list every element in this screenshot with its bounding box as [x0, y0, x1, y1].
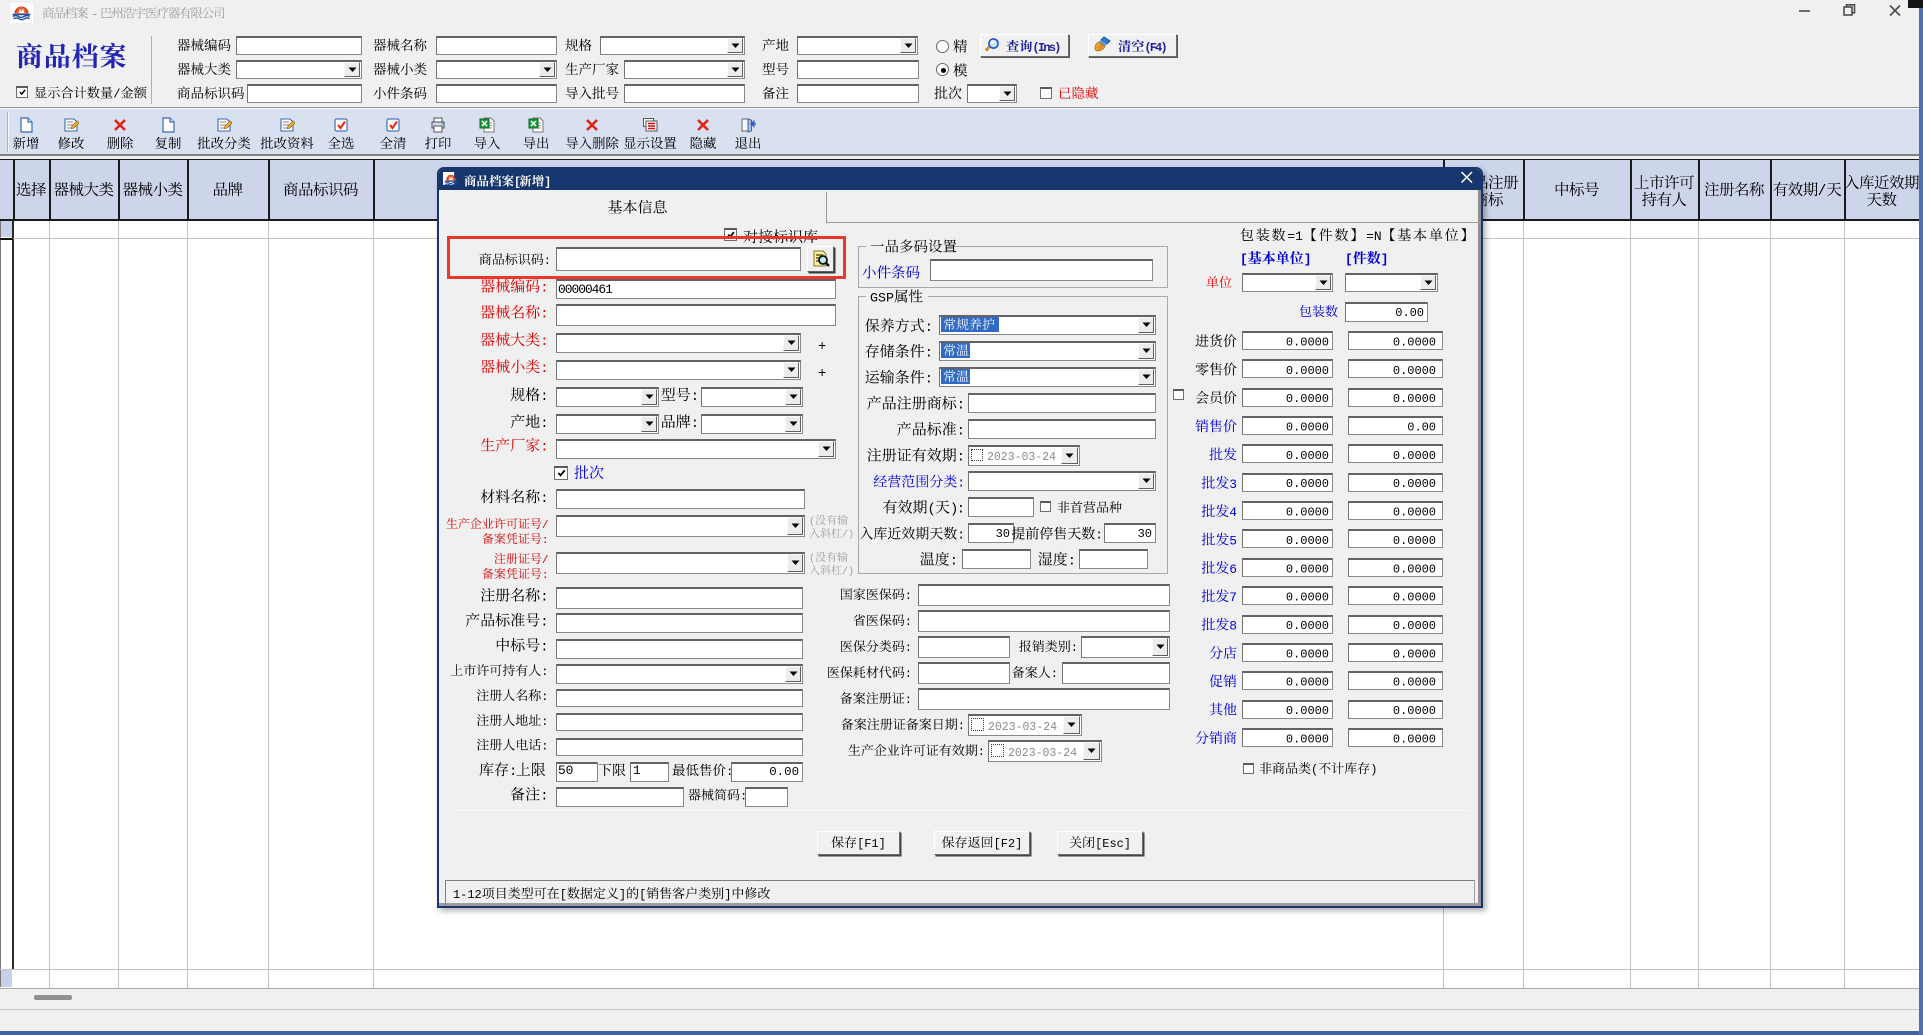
svg-text:/: /	[113, 88, 120, 102]
svg-text:-: -	[91, 9, 98, 22]
